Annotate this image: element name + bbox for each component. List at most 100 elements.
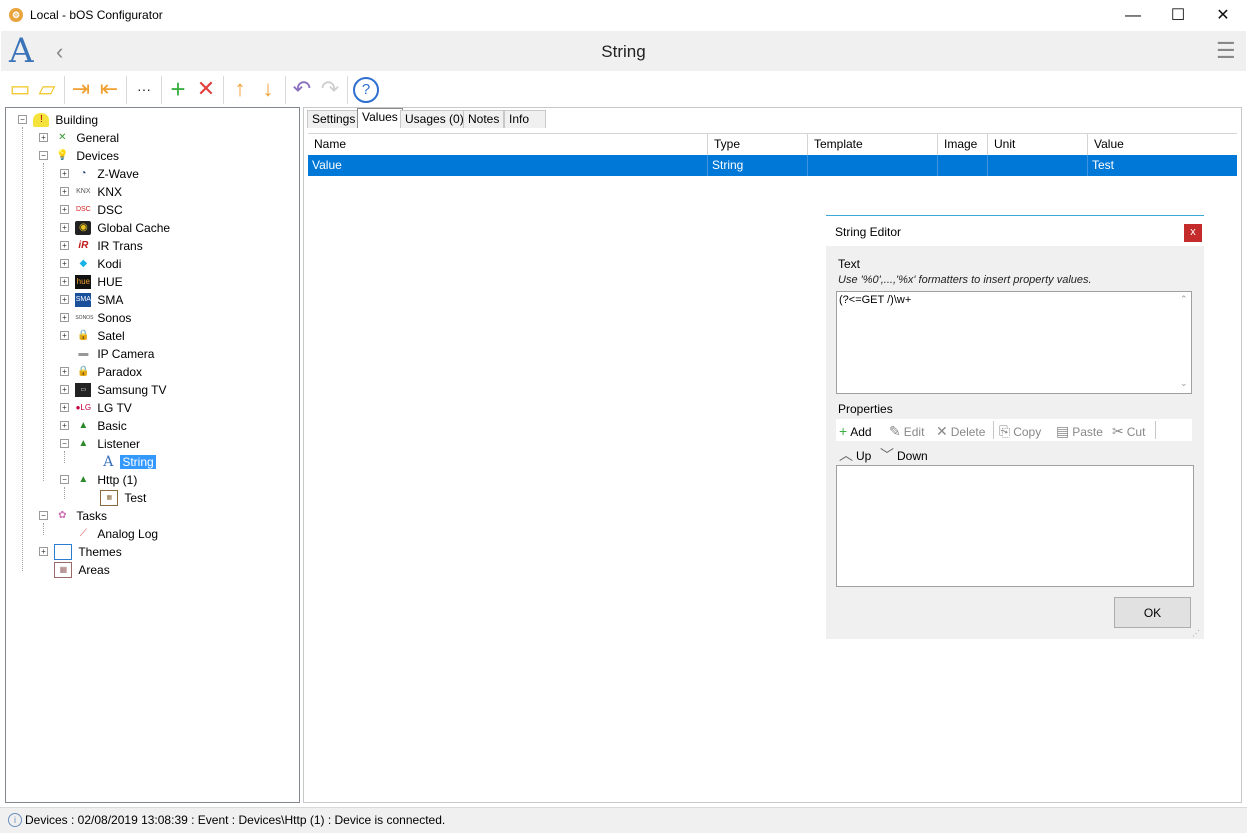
- cell-name[interactable]: Value: [308, 155, 708, 176]
- close-button[interactable]: ✕: [1200, 0, 1246, 31]
- scroll-up-icon[interactable]: ⌃: [1180, 294, 1188, 305]
- add-button[interactable]: + Add: [839, 423, 872, 439]
- column-header-type[interactable]: Type: [708, 134, 808, 155]
- move-up-icon[interactable]: ↑: [228, 77, 252, 101]
- expand-icon[interactable]: +: [60, 385, 69, 394]
- expand-icon[interactable]: +: [39, 133, 48, 142]
- import-icon[interactable]: ⇤: [97, 77, 121, 101]
- tree-item-test[interactable]: ▦ Test: [81, 488, 148, 506]
- expand-icon[interactable]: +: [60, 367, 69, 376]
- more-icon[interactable]: ···: [132, 77, 156, 101]
- table-row[interactable]: Value String Test: [308, 155, 1237, 176]
- save-icon[interactable]: ▭: [8, 77, 32, 101]
- export-icon[interactable]: ⇥: [69, 77, 93, 101]
- expand-icon[interactable]: +: [60, 169, 69, 178]
- expand-icon[interactable]: +: [60, 205, 69, 214]
- tree-item-areas[interactable]: ▦ Areas: [35, 560, 112, 578]
- tree-item-sma[interactable]: + SMA SMA: [56, 290, 125, 308]
- tab-values[interactable]: Values: [357, 108, 403, 128]
- ok-button[interactable]: OK: [1114, 597, 1191, 628]
- tab-settings[interactable]: Settings: [307, 110, 361, 128]
- tree-item-listener[interactable]: − ▲ Listener: [56, 434, 142, 452]
- column-header-name[interactable]: Name: [308, 134, 708, 155]
- collapse-icon[interactable]: −: [39, 511, 48, 520]
- expand-icon[interactable]: +: [60, 331, 69, 340]
- tree-item-hue[interactable]: + hue HUE: [56, 272, 125, 290]
- paste-button[interactable]: ▤ Paste: [1056, 423, 1103, 440]
- cell-type[interactable]: String: [708, 155, 808, 176]
- help-icon[interactable]: ?: [353, 77, 379, 103]
- textarea-scrollbar[interactable]: ⌃ ⌄: [1178, 292, 1191, 393]
- tree-item-lg-tv[interactable]: + ●LG LG TV: [56, 398, 134, 416]
- expand-icon[interactable]: +: [60, 403, 69, 412]
- expand-icon[interactable]: +: [60, 187, 69, 196]
- collapse-icon[interactable]: −: [18, 115, 27, 124]
- tab-info[interactable]: Info: [504, 110, 546, 128]
- tab-usages[interactable]: Usages (0): [400, 110, 469, 128]
- tree-item-themes[interactable]: + Themes: [35, 542, 124, 560]
- tree-item-string[interactable]: A String: [81, 452, 156, 470]
- tree-item-samsung-tv[interactable]: + ▭ Samsung TV: [56, 380, 169, 398]
- expand-icon[interactable]: +: [39, 547, 48, 556]
- cell-image[interactable]: [938, 155, 988, 176]
- redo-icon[interactable]: ↷: [318, 77, 342, 101]
- dialog-close-button[interactable]: x: [1184, 224, 1202, 242]
- tree-item-building[interactable]: − ! Building: [14, 110, 100, 128]
- tree-item-global-cache[interactable]: + ◉ Global Cache: [56, 218, 172, 236]
- tree-item-ip-camera[interactable]: ▬ IP Camera: [56, 344, 156, 362]
- minimize-button[interactable]: —: [1110, 0, 1156, 31]
- expand-icon[interactable]: +: [60, 277, 69, 286]
- column-header-image[interactable]: Image: [938, 134, 988, 155]
- expand-icon[interactable]: +: [60, 313, 69, 322]
- column-header-unit[interactable]: Unit: [988, 134, 1088, 155]
- down-button[interactable]: ﹀ Down: [880, 445, 928, 465]
- column-header-template[interactable]: Template: [808, 134, 938, 155]
- collapse-icon[interactable]: −: [60, 475, 69, 484]
- hamburger-menu-icon[interactable]: ☰: [1216, 38, 1236, 64]
- edit-button[interactable]: ✎ Edit: [889, 423, 924, 440]
- expand-icon[interactable]: +: [60, 223, 69, 232]
- tree-item-ir-trans[interactable]: + iR IR Trans: [56, 236, 145, 254]
- tree-item-paradox[interactable]: + 🔒 Paradox: [56, 362, 144, 380]
- cell-unit[interactable]: [988, 155, 1088, 176]
- tree-item-basic[interactable]: + ▲ Basic: [56, 416, 129, 434]
- undo-icon[interactable]: ↶: [290, 77, 314, 101]
- toolbar-separator: [64, 76, 65, 104]
- header-bar: A ‹ String ☰: [1, 31, 1246, 71]
- column-header-value[interactable]: Value: [1088, 134, 1237, 155]
- expand-icon[interactable]: +: [60, 259, 69, 268]
- tree-item-tasks[interactable]: − ✿ Tasks: [35, 506, 109, 524]
- tree-item-analog-log[interactable]: ⟋ Analog Log: [56, 524, 160, 542]
- open-folder-icon[interactable]: ▱: [35, 77, 59, 101]
- tree-item-devices[interactable]: − 💡 Devices: [35, 146, 121, 164]
- tree-item-general[interactable]: + ✕ General: [35, 128, 121, 146]
- text-input[interactable]: (?<=GET /)\w+: [836, 291, 1192, 394]
- expand-icon[interactable]: +: [60, 421, 69, 430]
- delete-button[interactable]: ✕ Delete: [936, 423, 985, 440]
- tree-item-http[interactable]: − ▲ Http (1): [56, 470, 139, 488]
- tab-notes[interactable]: Notes: [463, 110, 505, 128]
- scroll-down-icon[interactable]: ⌄: [1180, 378, 1188, 389]
- tree-item-satel[interactable]: + 🔒 Satel: [56, 326, 127, 344]
- tree-item-dsc[interactable]: + DSC DSC: [56, 200, 125, 218]
- add-icon[interactable]: +: [166, 76, 190, 102]
- tree-item-sonos[interactable]: + SONOS Sonos: [56, 308, 133, 326]
- properties-list[interactable]: [836, 465, 1194, 587]
- delete-icon[interactable]: ✕: [194, 77, 218, 101]
- resize-grip-icon[interactable]: ⋰: [1192, 629, 1200, 638]
- expand-icon[interactable]: +: [60, 295, 69, 304]
- cut-button[interactable]: ✂ Cut: [1112, 423, 1145, 440]
- cell-value[interactable]: Test: [1088, 155, 1237, 176]
- tree-item-kodi[interactable]: + ◆ Kodi: [56, 254, 123, 272]
- expand-icon[interactable]: +: [60, 241, 69, 250]
- cell-template[interactable]: [808, 155, 938, 176]
- up-button[interactable]: ︿ Up: [839, 445, 871, 465]
- copy-button[interactable]: ⎘ Copy: [999, 423, 1041, 440]
- move-down-icon[interactable]: ↓: [256, 77, 280, 101]
- tree-item-knx[interactable]: + KNX KNX: [56, 182, 124, 200]
- window-title: Local - bOS Configurator: [30, 8, 163, 22]
- tree-item-zwave[interactable]: + ◔ Z-Wave: [56, 164, 141, 182]
- maximize-button[interactable]: ☐: [1155, 0, 1201, 31]
- collapse-icon[interactable]: −: [60, 439, 69, 448]
- collapse-icon[interactable]: −: [39, 151, 48, 160]
